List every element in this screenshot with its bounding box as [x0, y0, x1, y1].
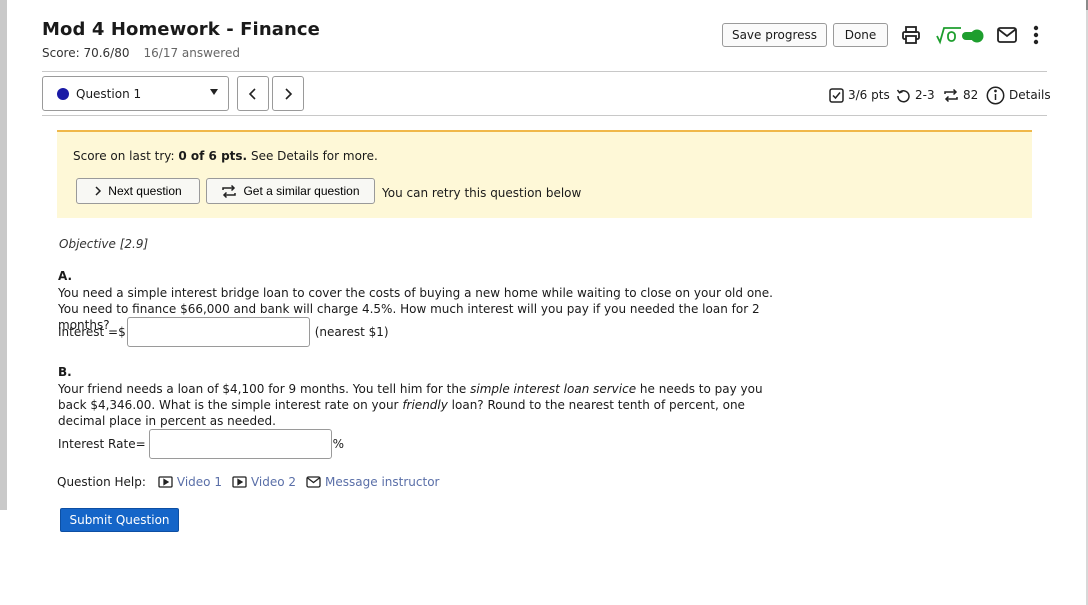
toolbar-divider: [42, 115, 1047, 116]
part-b-label: B.: [58, 365, 72, 379]
part-a-answer-row: Interest =$ (nearest $1): [58, 317, 389, 347]
page-title: Mod 4 Homework - Finance: [42, 19, 320, 40]
part-b-text: Your friend needs a loan of $4,100 for 9…: [58, 381, 778, 429]
video-1-label: Video 1: [176, 475, 222, 489]
last-try-banner: Score on last try: 0 of 6 pts. See Detai…: [57, 130, 1032, 218]
video-2-label: Video 2: [250, 475, 297, 489]
video-2-link[interactable]: Video 2: [232, 475, 296, 489]
similar-count-text: 82: [963, 88, 979, 102]
part-b-text-em2: friendly: [402, 398, 448, 412]
header-divider: [42, 71, 1047, 72]
toggle-icon[interactable]: [962, 29, 984, 43]
points-indicator: 3/6 pts: [829, 84, 890, 106]
retry-note: You can retry this question below: [382, 186, 582, 200]
done-button[interactable]: Done: [833, 23, 888, 47]
kebab-icon[interactable]: [1028, 23, 1044, 47]
question-select[interactable]: Question 1: [42, 76, 229, 111]
next-question-button[interactable]: Next question: [76, 178, 200, 204]
question-select-value: Question 1: [76, 86, 142, 101]
similar-icon: [944, 88, 958, 102]
chevron-left-icon: [248, 87, 256, 100]
part-a-label: A.: [58, 269, 73, 283]
message-instructor-label: Message instructor: [325, 475, 440, 489]
next-question-nav-button[interactable]: [272, 76, 304, 111]
mail-icon: [306, 476, 321, 488]
answered-count: 16/17 answered: [143, 46, 240, 60]
score-text: Score: 70.6/80: [42, 46, 130, 60]
next-question-label: Next question: [108, 184, 182, 198]
save-progress-button[interactable]: Save progress: [722, 23, 827, 47]
interest-rate-input[interactable]: [148, 429, 332, 459]
interest-input[interactable]: [126, 317, 310, 347]
question-status-dot: [57, 87, 69, 100]
details-link[interactable]: Details: [986, 84, 1051, 106]
last-try-suffix: See Details for more.: [250, 149, 378, 163]
score-summary: Score: 70.6/80 16/17 answered: [42, 46, 240, 60]
left-scroll-rail: [0, 0, 7, 510]
mail-icon[interactable]: [996, 24, 1018, 46]
message-instructor-link[interactable]: Message instructor: [306, 475, 439, 489]
details-text: Details: [1009, 88, 1051, 102]
previous-question-button[interactable]: [237, 76, 269, 111]
part-b-text-1: Your friend needs a loan of $4,100 for 9…: [58, 382, 471, 396]
submit-question-button[interactable]: Submit Question: [60, 508, 179, 532]
question-help-label: Question Help:: [57, 475, 146, 489]
retry-icon: [896, 89, 910, 102]
part-a-suffix: (nearest $1): [314, 325, 389, 339]
similar-question-button[interactable]: Get a similar question: [206, 178, 375, 204]
last-try-points: 0 of 6 pts.: [178, 149, 248, 163]
points-text: 3/6 pts: [848, 88, 890, 102]
similar-question-label: Get a similar question: [243, 184, 360, 198]
video-icon: [232, 476, 247, 488]
tries-indicator: 2-3: [896, 84, 935, 106]
checkbox-icon: [829, 87, 844, 103]
caret-down-icon: [210, 89, 218, 95]
last-try-prefix: Score on last try:: [73, 149, 175, 163]
print-icon[interactable]: [899, 23, 923, 47]
chevron-right-icon: [285, 87, 293, 100]
objective-label: Objective [2.9]: [59, 237, 149, 251]
question-help-row: Question Help: Video 1 Video 2 Message i…: [57, 473, 449, 491]
part-b-prompt: Interest Rate=: [58, 437, 146, 451]
last-try-score: Score on last try: 0 of 6 pts. See Detai…: [73, 149, 378, 163]
similar-count-indicator: 82: [943, 84, 978, 106]
similar-icon: [222, 184, 237, 198]
video-icon: [158, 476, 173, 488]
info-icon: [986, 86, 1005, 104]
sqrt-icon[interactable]: [936, 23, 962, 47]
tries-text: 2-3: [915, 88, 935, 102]
part-b-answer-row: Interest Rate= %: [58, 429, 344, 459]
chevron-right-icon: [95, 186, 102, 196]
part-a-prompt: Interest =$: [58, 325, 126, 339]
part-b-suffix: %: [332, 437, 345, 451]
part-b-text-em1: simple interest loan service: [470, 382, 637, 396]
video-1-link[interactable]: Video 1: [158, 475, 222, 489]
